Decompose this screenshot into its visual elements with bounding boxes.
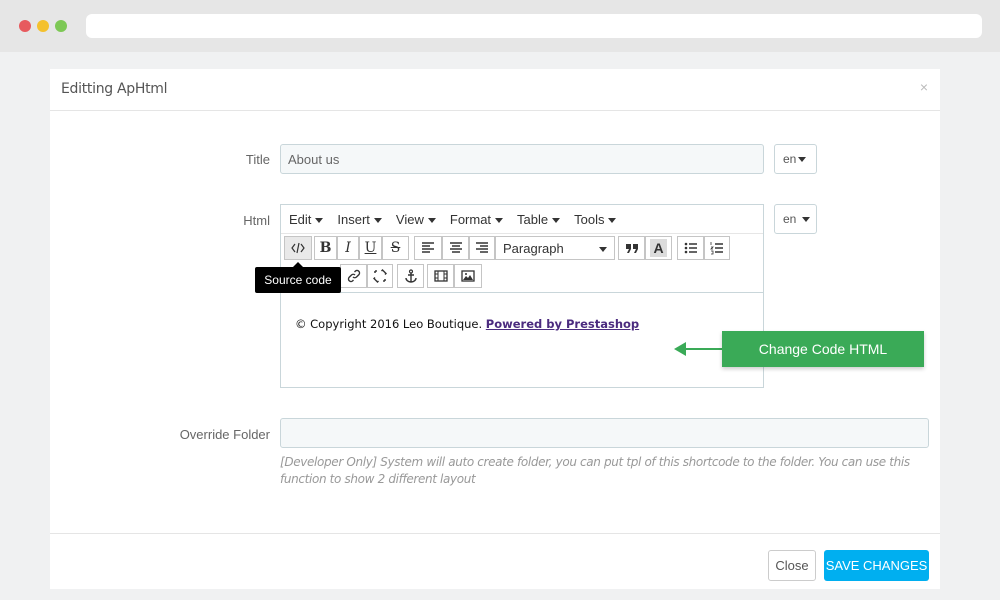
menu-label: View xyxy=(395,212,424,227)
caret-down-icon xyxy=(599,247,607,252)
code-icon[interactable] xyxy=(284,236,312,260)
caret-down-icon xyxy=(608,218,617,224)
address-bar[interactable] xyxy=(86,14,982,38)
menu-insert[interactable]: Insert xyxy=(337,212,382,233)
window-maximize-dot[interactable] xyxy=(55,20,67,32)
browser-chrome xyxy=(0,0,1000,52)
italic-icon[interactable]: I xyxy=(337,236,359,260)
blockquote-icon[interactable] xyxy=(618,236,645,260)
align-right-icon[interactable] xyxy=(469,236,495,260)
save-changes-button[interactable]: SAVE CHANGES xyxy=(824,550,929,581)
anchor-icon[interactable] xyxy=(397,264,424,288)
lang-label: en xyxy=(783,212,797,226)
menu-label: Insert xyxy=(337,212,370,227)
menu-table[interactable]: Table xyxy=(517,212,561,233)
menu-format[interactable]: Format xyxy=(449,212,504,233)
menu-label: Format xyxy=(449,212,492,227)
editor-menubar: Edit Insert View Format Table Tools xyxy=(281,205,763,233)
modal-title: Editting ApHtml xyxy=(61,81,168,97)
window-minimize-dot[interactable] xyxy=(37,20,49,32)
numbered-list-icon[interactable] xyxy=(704,236,730,260)
menu-label: Tools xyxy=(574,212,605,227)
source-code-tooltip: Source code xyxy=(255,262,341,293)
video-icon[interactable] xyxy=(427,264,454,288)
override-folder-label: Override Folder xyxy=(179,427,270,442)
title-input[interactable]: About us xyxy=(280,144,764,174)
caret-down-icon xyxy=(315,218,324,224)
help-text: [Developer Only] System will auto create… xyxy=(280,455,910,486)
modal-header: Editting ApHtml × xyxy=(50,69,940,111)
link-icon[interactable] xyxy=(340,264,367,288)
menu-view[interactable]: View xyxy=(396,212,436,233)
modal-footer: Close SAVE CHANGES xyxy=(50,533,940,589)
menu-label: Table xyxy=(517,212,549,227)
image-icon[interactable] xyxy=(454,264,482,288)
edit-modal: Editting ApHtml × Title About us en Html… xyxy=(50,69,940,589)
block-format-label: Paragraph xyxy=(503,241,564,256)
html-label: Html xyxy=(243,213,270,228)
html-lang-dropdown[interactable]: en xyxy=(774,204,817,234)
divider xyxy=(281,292,763,293)
caret-down-icon xyxy=(552,218,561,224)
caret-down-icon xyxy=(427,218,436,224)
caret-down-icon xyxy=(373,218,382,224)
divider xyxy=(281,233,763,234)
powered-by-link[interactable]: Powered by Prestashop xyxy=(486,317,639,331)
editor-content-area[interactable]: © Copyright 2016 Leo Boutique. Powered b… xyxy=(295,317,639,331)
underline-icon[interactable]: U xyxy=(359,236,382,260)
strikethrough-icon[interactable]: S xyxy=(382,236,409,260)
title-lang-dropdown[interactable]: en xyxy=(774,144,817,174)
caret-down-icon xyxy=(801,217,810,223)
caret-down-icon xyxy=(495,218,504,224)
text-color-icon[interactable]: A xyxy=(645,236,672,260)
close-button[interactable]: Close xyxy=(768,550,816,581)
window-close-dot[interactable] xyxy=(19,20,31,32)
menu-label: Edit xyxy=(289,212,312,227)
close-icon[interactable]: × xyxy=(920,79,928,95)
content-text: © Copyright 2016 Leo Boutique. xyxy=(295,317,486,331)
align-center-icon[interactable] xyxy=(442,236,469,260)
override-folder-input[interactable] xyxy=(280,418,929,448)
caret-down-icon xyxy=(798,157,807,163)
title-label: Title xyxy=(245,152,270,167)
bullet-list-icon[interactable] xyxy=(677,236,704,260)
align-left-icon[interactable] xyxy=(414,236,442,260)
block-format-select[interactable]: Paragraph xyxy=(495,236,615,260)
lang-label: en xyxy=(783,152,797,166)
rich-text-editor: Edit Insert View Format Table Tools B I … xyxy=(280,204,764,388)
menu-tools[interactable]: Tools xyxy=(574,212,617,233)
change-code-callout: Change Code HTML xyxy=(722,331,924,367)
menu-edit[interactable]: Edit xyxy=(289,212,324,233)
arrow-line xyxy=(684,348,722,350)
bold-icon[interactable]: B xyxy=(314,236,337,260)
unlink-icon[interactable] xyxy=(367,264,393,288)
